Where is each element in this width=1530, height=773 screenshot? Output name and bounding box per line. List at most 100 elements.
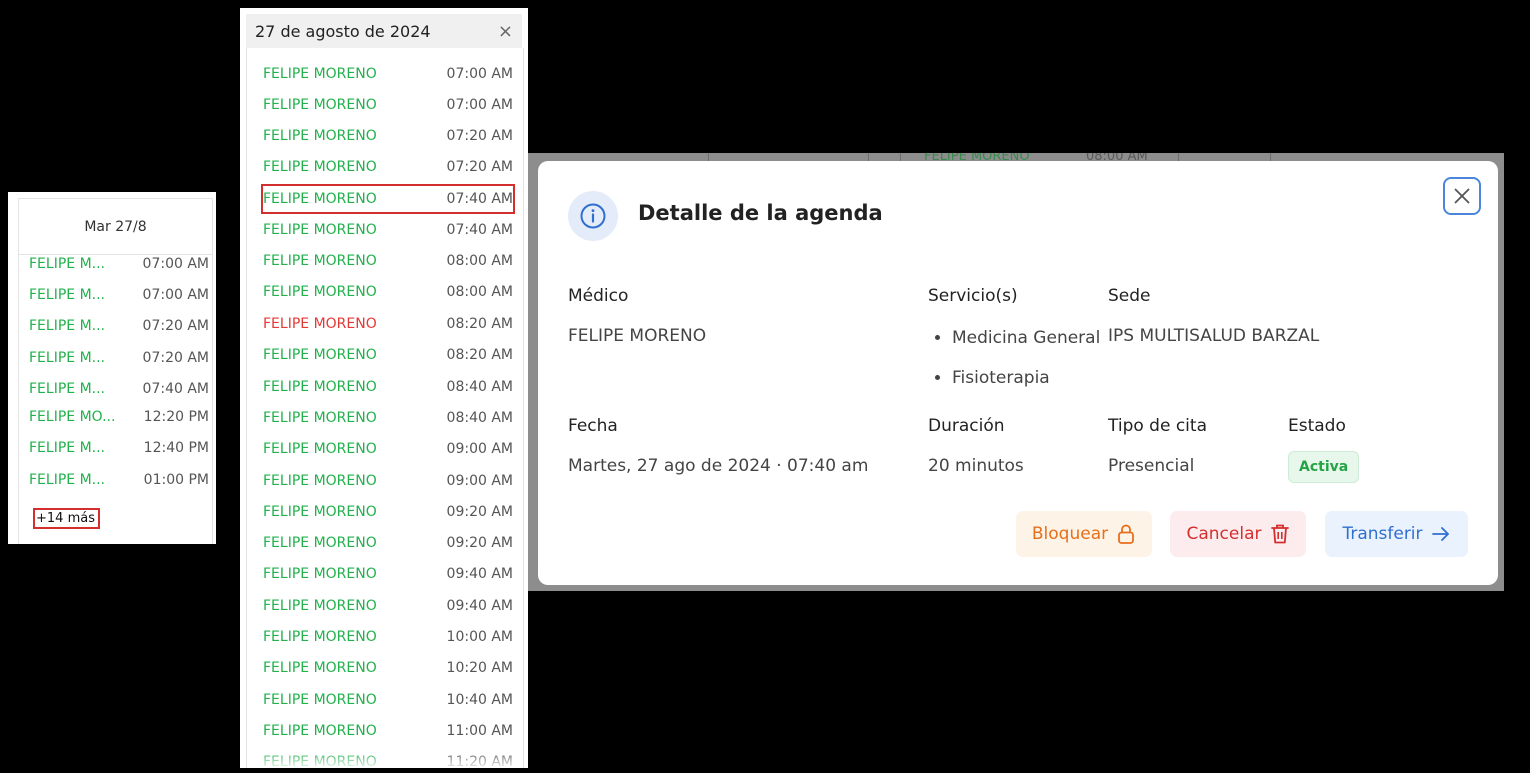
event-time: 09:40 AM	[446, 597, 513, 614]
event-row[interactable]: FELIPE MORENO 07:40 AM	[263, 217, 513, 243]
event-name: FELIPE MORENO	[263, 441, 377, 458]
medico-value: FELIPE MORENO	[568, 326, 707, 346]
event-name: FELIPE MORENO	[263, 409, 377, 426]
servicios-list: Medicina General Fisioterapia	[928, 326, 1100, 406]
block-button[interactable]: Bloquear	[1016, 511, 1152, 557]
event-row[interactable]: FELIPE MORENO 07:20 AM	[263, 154, 513, 180]
event-row[interactable]: FELIPE MORENO 09:00 AM	[263, 468, 513, 494]
event-name: FELIPE M...	[29, 318, 105, 334]
event-time: 07:20 AM	[142, 318, 209, 334]
event-name: FELIPE MORENO	[263, 253, 377, 269]
event-row[interactable]: FELIPE MORENO 07:00 AM	[263, 92, 513, 118]
event-time: 10:20 AM	[446, 660, 513, 677]
event-row[interactable]: FELIPE MORENO 09:40 AM	[263, 561, 513, 587]
event-name: FELIPE MORENO	[263, 660, 377, 677]
event-time: 07:00 AM	[446, 97, 513, 113]
scroll-fade	[247, 750, 523, 768]
event-time: 08:40 AM	[446, 378, 513, 395]
event-time: 07:20 AM	[446, 159, 513, 175]
event-row[interactable]: FELIPE MORENO 09:20 AM	[263, 499, 513, 525]
lock-icon	[1118, 524, 1135, 544]
day-cell-event[interactable]: FELIPE M... 07:20 AM	[29, 316, 209, 336]
modal-close-button[interactable]	[1443, 177, 1481, 215]
event-time: 07:40 AM	[446, 222, 513, 238]
popover-close-icon[interactable]: ×	[498, 21, 513, 42]
event-time: 07:00 AM	[446, 66, 513, 82]
cancel-button-label: Cancelar	[1186, 524, 1262, 544]
event-time: 11:00 AM	[446, 722, 513, 739]
event-name: FELIPE MORENO	[263, 535, 377, 552]
event-time: 07:40 AM	[446, 191, 513, 207]
event-name: FELIPE M...	[29, 472, 105, 488]
event-name: FELIPE MORENO	[263, 159, 377, 175]
event-row[interactable]: FELIPE MORENO 10:00 AM	[263, 624, 513, 650]
event-time: 01:00 PM	[143, 472, 209, 488]
event-row[interactable]: FELIPE MORENO 09:20 AM	[263, 530, 513, 556]
sede-label: Sede	[1108, 286, 1151, 306]
day-cell-event[interactable]: FELIPE M... 07:00 AM	[29, 285, 209, 305]
event-row[interactable]: FELIPE MORENO 07:20 AM	[263, 123, 513, 149]
info-icon	[568, 191, 618, 241]
event-name: FELIPE MO...	[29, 409, 116, 425]
day-header: Mar 27/8	[19, 198, 212, 255]
event-name: FELIPE MORENO	[263, 597, 377, 614]
trash-icon	[1270, 524, 1289, 544]
tipo-cita-label: Tipo de cita	[1108, 416, 1207, 436]
event-name: FELIPE MORENO	[263, 97, 377, 113]
event-row[interactable]: FELIPE MORENO 07:00 AM	[263, 61, 513, 87]
medico-label: Médico	[568, 286, 629, 306]
event-row[interactable]: FELIPE MORENO 10:20 AM	[263, 655, 513, 681]
event-row[interactable]: FELIPE MORENO 10:40 AM	[263, 687, 513, 713]
day-events-popover: 27 de agosto de 2024 × FELIPE MORENO 07:0…	[240, 8, 528, 768]
event-time: 08:00 AM	[446, 253, 513, 269]
event-row[interactable]: FELIPE MORENO 08:40 AM	[263, 374, 513, 400]
popover-title: 27 de agosto de 2024	[255, 21, 431, 41]
servicios-label: Servicio(s)	[928, 286, 1018, 306]
event-list: FELIPE MORENO 07:00 AM FELIPE MORENO 07:00 …	[246, 48, 524, 768]
agenda-detail-modal: Detalle de la agenda Médico FELIPE MOREN…	[538, 161, 1498, 585]
more-events-link[interactable]: +14 más	[33, 508, 100, 529]
event-time: 12:40 PM	[143, 440, 209, 456]
tipo-cita-value: Presencial	[1108, 456, 1195, 476]
event-name: FELIPE MORENO	[263, 284, 377, 300]
event-row[interactable]: FELIPE MORENO 08:40 AM	[263, 405, 513, 431]
calendar-day-cell: Mar 27/8 FELIPE M... 07:00 AM FELIPE M... 0…	[8, 192, 216, 544]
event-name: FELIPE MORENO	[263, 629, 377, 645]
day-cell-event[interactable]: FELIPE M... 01:00 PM	[29, 470, 209, 490]
event-time: 07:00 AM	[142, 287, 209, 303]
event-row[interactable]: FELIPE MORENO 09:40 AM	[263, 593, 513, 619]
event-time: 08:20 AM	[446, 316, 513, 332]
event-row[interactable]: FELIPE MORENO 08:20 AM	[263, 342, 513, 368]
grid-line	[708, 153, 709, 161]
day-cell-event[interactable]: FELIPE MO... 12:20 PM	[29, 407, 209, 427]
event-time: 07:20 AM	[446, 128, 513, 144]
event-time: 08:20 AM	[446, 347, 513, 364]
event-time: 07:40 AM	[142, 381, 209, 397]
event-row-selected[interactable]: FELIPE MORENO 07:40 AM	[261, 184, 515, 214]
day-cell-event[interactable]: FELIPE M... 12:40 PM	[29, 438, 209, 458]
transfer-button[interactable]: Transferir	[1325, 511, 1468, 557]
event-time: 09:20 AM	[446, 535, 513, 552]
estado-label: Estado	[1288, 416, 1346, 436]
event-time: 12:20 PM	[143, 409, 209, 425]
event-name: FELIPE M...	[29, 381, 105, 397]
block-button-label: Bloquear	[1031, 524, 1109, 544]
close-icon	[1454, 188, 1470, 204]
event-row[interactable]: FELIPE MORENO 11:00 AM	[263, 718, 513, 744]
day-cell-event[interactable]: FELIPE M... 07:20 AM	[29, 348, 209, 368]
event-time: 08:40 AM	[446, 409, 513, 426]
day-cell-event[interactable]: FELIPE M... 07:40 AM	[29, 379, 209, 399]
event-row[interactable]: FELIPE MORENO 08:00 AM	[263, 248, 513, 274]
event-row[interactable]: FELIPE MORENO 09:00 AM	[263, 436, 513, 462]
event-name: FELIPE MORENO	[263, 722, 377, 739]
event-time: 09:00 AM	[446, 472, 513, 489]
event-row[interactable]: FELIPE MORENO 08:00 AM	[263, 279, 513, 305]
popover-header: 27 de agosto de 2024 ×	[246, 14, 522, 48]
day-cell-event[interactable]: FELIPE M... 07:00 AM	[29, 254, 209, 274]
day-column: Mar 27/8 FELIPE M... 07:00 AM FELIPE M... 0…	[18, 198, 213, 544]
event-row[interactable]: FELIPE MORENO 08:20 AM	[263, 311, 513, 337]
cancel-button[interactable]: Cancelar	[1170, 511, 1306, 557]
event-time: 09:00 AM	[446, 441, 513, 458]
event-name: FELIPE M...	[29, 287, 105, 303]
event-name: FELIPE MORENO	[263, 691, 377, 708]
